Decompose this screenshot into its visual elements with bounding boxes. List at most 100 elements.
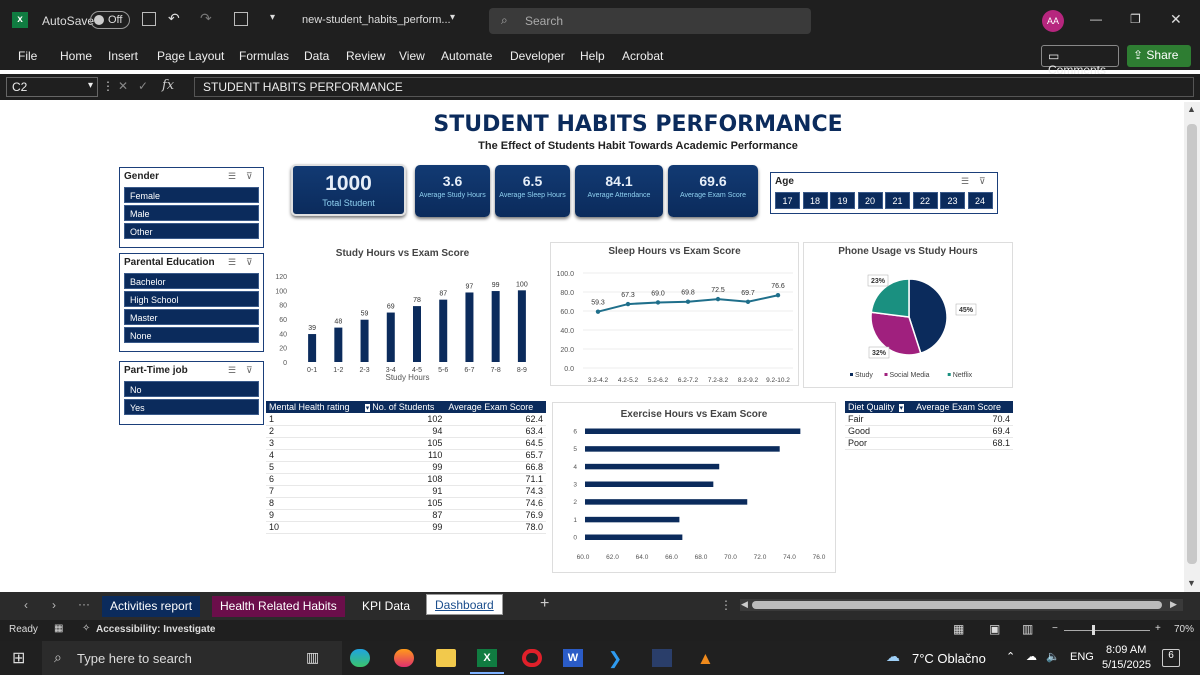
slicer-item-age-19[interactable]: 19 (830, 192, 855, 209)
formula-input[interactable]: STUDENT HABITS PERFORMANCE (194, 77, 1194, 97)
table-cell[interactable]: 7 (266, 485, 362, 498)
qat-dropdown-icon[interactable]: ▾ (270, 12, 275, 23)
data-point[interactable] (625, 301, 631, 307)
table-cell[interactable]: Good (845, 425, 914, 438)
name-box[interactable]: C2 ▾ (6, 77, 98, 97)
table-cell[interactable]: 62.4 (445, 413, 546, 426)
slicer-item-age-23[interactable]: 23 (940, 192, 965, 209)
cancel-entry-icon[interactable]: ✕ (118, 79, 128, 93)
clock-date[interactable]: 5/15/2025 (1102, 659, 1151, 671)
more-sheets-icon[interactable]: ··· (78, 597, 90, 611)
clear-filter-icon[interactable]: ⊽ (246, 365, 253, 376)
slicer-item-female[interactable]: Female (124, 187, 259, 203)
confirm-entry-icon[interactable]: ✓ (138, 79, 148, 93)
zoom-slider-handle[interactable] (1092, 625, 1095, 635)
clear-filter-icon[interactable]: ⊽ (246, 257, 253, 268)
data-point[interactable] (715, 296, 721, 302)
macro-icon[interactable]: ▦ (54, 623, 63, 634)
excel-taskbar-icon[interactable]: X (477, 649, 497, 667)
slicer-item-age-20[interactable]: 20 (857, 192, 883, 209)
tab-health-related-habits[interactable]: Health Related Habits (212, 596, 345, 617)
next-sheet-icon[interactable]: › (52, 598, 56, 612)
menu-page-layout[interactable]: Page Layout (157, 49, 224, 63)
slicer-item-age-22[interactable]: 22 (912, 192, 938, 209)
slicer-item-age-17[interactable]: 17 (775, 192, 800, 209)
task-view-icon[interactable]: ▥ (306, 649, 326, 667)
tab-kpi-data[interactable]: KPI Data (354, 596, 418, 617)
table-row[interactable]: 7 91 74.3 (266, 485, 546, 498)
table-cell[interactable]: 2 (266, 425, 362, 438)
slicer-item-no[interactable]: No (124, 381, 259, 397)
scroll-down-icon[interactable]: ▼ (1187, 578, 1196, 588)
bar[interactable] (308, 334, 317, 362)
table-cell[interactable]: 6 (266, 473, 362, 486)
data-point[interactable] (655, 300, 661, 305)
table-cell[interactable]: 65.7 (445, 449, 546, 462)
slicer-item-none[interactable]: None (124, 327, 259, 343)
tab-split-icon[interactable]: ⋮ (720, 598, 732, 612)
filter-dropdown-icon[interactable]: ▾ (364, 404, 371, 412)
bar[interactable] (585, 428, 801, 435)
volume-icon[interactable]: 🔈 (1046, 650, 1060, 663)
col-header[interactable]: Mental Health rating (266, 401, 362, 413)
clear-filter-icon[interactable]: ⊽ (246, 171, 253, 182)
slicer-item-age-24[interactable]: 24 (967, 192, 993, 209)
filename-chevron-icon[interactable]: ▾ (450, 12, 455, 23)
sleep-hours-chart[interactable]: Sleep Hours vs Exam Score 0.0 20.0 40.0 60.… (550, 242, 799, 386)
bar[interactable] (334, 327, 343, 362)
slicer-item-high-school[interactable]: High School (124, 291, 259, 307)
table-cell[interactable]: 102 (361, 413, 446, 426)
comments-button[interactable]: ▭ Comments (1041, 45, 1119, 77)
menu-review[interactable]: Review (346, 49, 385, 63)
bar[interactable] (517, 290, 526, 362)
tab-activities-report[interactable]: Activities report (102, 596, 201, 617)
notification-icon[interactable]: 6 (1162, 649, 1180, 667)
bar[interactable] (386, 312, 395, 362)
multiselect-icon[interactable]: ☰ (228, 365, 236, 376)
bar[interactable] (585, 463, 720, 470)
table-cell[interactable]: 105 (361, 437, 446, 450)
table-cell[interactable]: 108 (361, 473, 446, 486)
fx-icon[interactable]: fx (162, 78, 174, 93)
multiselect-icon[interactable]: ☰ (228, 171, 236, 182)
slicer-item-bachelor[interactable]: Bachelor (124, 273, 259, 289)
autosave-toggle[interactable]: Off (90, 11, 130, 29)
table-row[interactable]: 1 102 62.4 (266, 413, 546, 426)
menu-insert[interactable]: Insert (108, 49, 138, 63)
file-name[interactable]: new-student_habits_perform... (302, 14, 451, 26)
table-cell[interactable]: 9 (266, 509, 362, 522)
table-cell[interactable]: Poor (845, 437, 914, 450)
table-cell[interactable]: 10 (266, 521, 362, 534)
clear-filter-icon[interactable]: ⊽ (979, 176, 986, 187)
table-row[interactable]: Fair 70.4 (845, 413, 1013, 426)
accessibility-status[interactable]: Accessibility: Investigate (96, 624, 216, 635)
bar[interactable] (491, 291, 500, 362)
table-cell[interactable]: 91 (361, 485, 446, 498)
table-row[interactable]: 5 99 66.8 (266, 461, 546, 474)
table-cell[interactable]: 74.6 (445, 497, 546, 510)
bar[interactable] (465, 292, 474, 362)
slicer-item-age-18[interactable]: 18 (802, 192, 828, 209)
vlc-icon[interactable]: ▲ (697, 649, 717, 668)
vscode-icon[interactable]: ❯ (608, 649, 628, 668)
table-cell[interactable]: 74.3 (445, 485, 546, 498)
firefox-icon[interactable] (394, 649, 414, 667)
table-cell[interactable]: 66.8 (445, 461, 546, 474)
bar[interactable] (360, 319, 369, 362)
network-icon[interactable]: ☁ (1026, 650, 1037, 663)
prev-sheet-icon[interactable]: ‹ (24, 598, 28, 612)
table-cell[interactable]: 63.4 (445, 425, 546, 438)
menu-developer[interactable]: Developer (510, 49, 565, 63)
table-cell[interactable]: 110 (361, 449, 446, 462)
slicer-item-yes[interactable]: Yes (124, 399, 259, 415)
table-cell[interactable]: 4 (266, 449, 362, 462)
more-icon[interactable]: ⋮ (102, 79, 114, 93)
data-point[interactable] (745, 299, 751, 304)
table-cell[interactable]: 76.9 (445, 509, 546, 522)
table-cell[interactable]: 71.1 (445, 473, 546, 486)
zoom-in-icon[interactable]: + (1155, 623, 1161, 634)
exercise-hours-chart[interactable]: Exercise Hours vs Exam Score 60.0 62.0 64.… (552, 402, 836, 573)
table-row[interactable]: 8 105 74.6 (266, 497, 546, 510)
table-cell[interactable]: 69.4 (913, 425, 1013, 438)
table-row[interactable]: 4 110 65.7 (266, 449, 546, 462)
